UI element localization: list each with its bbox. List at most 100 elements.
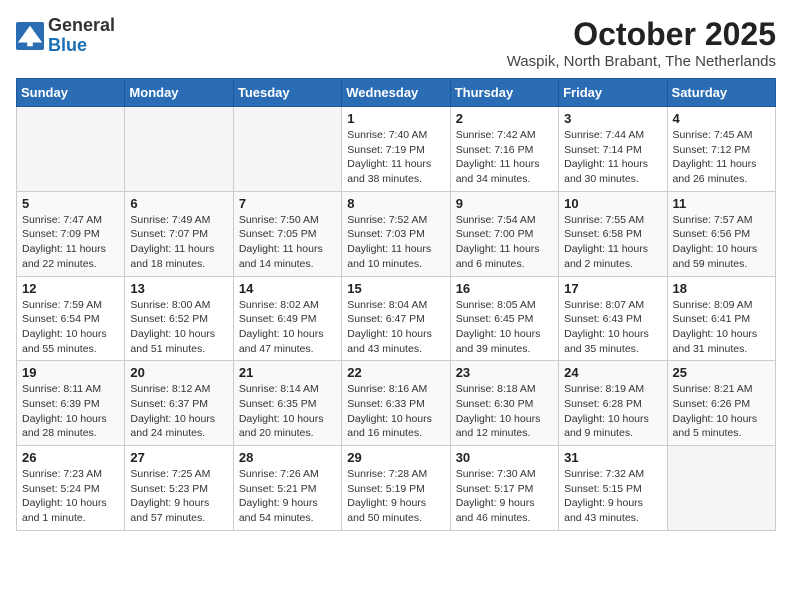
week-row-5: 26 Sunrise: 7:23 AM Sunset: 5:24 PM Dayli… [17,446,776,531]
day-info: Sunrise: 7:23 AM Sunset: 5:24 PM Dayligh… [22,467,119,526]
day-number: 4 [673,111,770,126]
week-row-2: 5Sunrise: 7:47 AM Sunset: 7:09 PM Daylig… [17,191,776,276]
day-info: Sunrise: 8:21 AM Sunset: 6:26 PM Dayligh… [673,382,770,441]
week-row-3: 12 Sunrise: 7:59 AM Sunset: 6:54 PM Dayli… [17,276,776,361]
calendar-cell: 12 Sunrise: 7:59 AM Sunset: 6:54 PM Dayli… [17,276,125,361]
calendar-cell: 18 Sunrise: 8:09 AM Sunset: 6:41 PM Dayli… [667,276,775,361]
day-number: 6 [130,196,227,211]
header: General Blue October 2025 Waspik, North … [16,16,776,70]
day-info: Sunrise: 8:05 AM Sunset: 6:45 PM Dayligh… [456,298,553,357]
calendar-cell: 22 Sunrise: 8:16 AM Sunset: 6:33 PM Dayli… [342,361,450,446]
day-info: Sunrise: 7:45 AM Sunset: 7:12 PM Dayligh… [673,128,770,187]
logo-blue-text: Blue [48,35,87,55]
day-info: Sunrise: 7:42 AM Sunset: 7:16 PM Dayligh… [456,128,553,187]
day-number: 18 [673,281,770,296]
day-number: 2 [456,111,553,126]
day-info: Sunrise: 8:14 AM Sunset: 6:35 PM Dayligh… [239,382,336,441]
day-info: Sunrise: 7:50 AM Sunset: 7:05 PM Dayligh… [239,213,336,272]
day-info: Sunrise: 8:12 AM Sunset: 6:37 PM Dayligh… [130,382,227,441]
calendar-cell: 19 Sunrise: 8:11 AM Sunset: 6:39 PM Dayli… [17,361,125,446]
logo-icon [16,22,44,50]
day-number: 7 [239,196,336,211]
calendar-cell: 7 Sunrise: 7:50 AM Sunset: 7:05 PM Daylig… [233,191,341,276]
title-block: October 2025 Waspik, North Brabant, The … [507,16,776,70]
day-info: Sunrise: 8:07 AM Sunset: 6:43 PM Dayligh… [564,298,661,357]
day-number: 22 [347,365,444,380]
calendar-cell: 31 Sunrise: 7:32 AM Sunset: 5:15 PM Dayli… [559,446,667,531]
weekday-header-sunday: Sunday [17,79,125,107]
day-number: 21 [239,365,336,380]
day-number: 19 [22,365,119,380]
day-number: 14 [239,281,336,296]
day-info: Sunrise: 8:00 AM Sunset: 6:52 PM Dayligh… [130,298,227,357]
weekday-header-row: SundayMondayTuesdayWednesdayThursdayFrid… [17,79,776,107]
day-number: 23 [456,365,553,380]
day-number: 12 [22,281,119,296]
calendar-cell: 10 Sunrise: 7:55 AM Sunset: 6:58 PM Dayli… [559,191,667,276]
day-number: 27 [130,450,227,465]
day-number: 30 [456,450,553,465]
day-number: 20 [130,365,227,380]
day-info: Sunrise: 8:09 AM Sunset: 6:41 PM Dayligh… [673,298,770,357]
logo-general-text: General [48,15,115,35]
calendar-cell: 25 Sunrise: 8:21 AM Sunset: 6:26 PM Dayli… [667,361,775,446]
day-number: 1 [347,111,444,126]
day-info: Sunrise: 7:30 AM Sunset: 5:17 PM Dayligh… [456,467,553,526]
day-number: 10 [564,196,661,211]
calendar-cell: 8Sunrise: 7:52 AM Sunset: 7:03 PM Daylig… [342,191,450,276]
calendar-cell: 20 Sunrise: 8:12 AM Sunset: 6:37 PM Dayli… [125,361,233,446]
calendar-cell: 2 Sunrise: 7:42 AM Sunset: 7:16 PM Daylig… [450,107,558,192]
calendar-cell: 5Sunrise: 7:47 AM Sunset: 7:09 PM Daylig… [17,191,125,276]
day-info: Sunrise: 8:04 AM Sunset: 6:47 PM Dayligh… [347,298,444,357]
day-number: 31 [564,450,661,465]
day-info: Sunrise: 7:44 AM Sunset: 7:14 PM Dayligh… [564,128,661,187]
calendar-cell: 29Sunrise: 7:28 AM Sunset: 5:19 PM Dayli… [342,446,450,531]
day-number: 5 [22,196,119,211]
weekday-header-tuesday: Tuesday [233,79,341,107]
day-info: Sunrise: 7:54 AM Sunset: 7:00 PM Dayligh… [456,213,553,272]
calendar-cell: 24 Sunrise: 8:19 AM Sunset: 6:28 PM Dayli… [559,361,667,446]
calendar-cell: 26 Sunrise: 7:23 AM Sunset: 5:24 PM Dayli… [17,446,125,531]
weekday-header-friday: Friday [559,79,667,107]
day-number: 28 [239,450,336,465]
day-number: 13 [130,281,227,296]
calendar-cell: 27 Sunrise: 7:25 AM Sunset: 5:23 PM Dayli… [125,446,233,531]
day-info: Sunrise: 7:59 AM Sunset: 6:54 PM Dayligh… [22,298,119,357]
day-info: Sunrise: 7:32 AM Sunset: 5:15 PM Dayligh… [564,467,661,526]
weekday-header-saturday: Saturday [667,79,775,107]
day-info: Sunrise: 7:49 AM Sunset: 7:07 PM Dayligh… [130,213,227,272]
calendar-cell: 23 Sunrise: 8:18 AM Sunset: 6:30 PM Dayli… [450,361,558,446]
week-row-4: 19 Sunrise: 8:11 AM Sunset: 6:39 PM Dayli… [17,361,776,446]
day-info: Sunrise: 7:25 AM Sunset: 5:23 PM Dayligh… [130,467,227,526]
day-info: Sunrise: 8:19 AM Sunset: 6:28 PM Dayligh… [564,382,661,441]
day-number: 17 [564,281,661,296]
calendar-cell: 9Sunrise: 7:54 AM Sunset: 7:00 PM Daylig… [450,191,558,276]
calendar-cell: 4 Sunrise: 7:45 AM Sunset: 7:12 PM Daylig… [667,107,775,192]
day-info: Sunrise: 7:28 AM Sunset: 5:19 PM Dayligh… [347,467,444,526]
calendar-cell [17,107,125,192]
day-number: 8 [347,196,444,211]
day-number: 26 [22,450,119,465]
day-number: 11 [673,196,770,211]
day-number: 25 [673,365,770,380]
day-info: Sunrise: 7:55 AM Sunset: 6:58 PM Dayligh… [564,213,661,272]
day-number: 3 [564,111,661,126]
calendar-cell [125,107,233,192]
logo: General Blue [16,16,115,56]
calendar-subtitle: Waspik, North Brabant, The Netherlands [507,53,776,70]
day-info: Sunrise: 8:11 AM Sunset: 6:39 PM Dayligh… [22,382,119,441]
day-info: Sunrise: 8:02 AM Sunset: 6:49 PM Dayligh… [239,298,336,357]
calendar-cell: 16Sunrise: 8:05 AM Sunset: 6:45 PM Dayli… [450,276,558,361]
day-info: Sunrise: 8:18 AM Sunset: 6:30 PM Dayligh… [456,382,553,441]
calendar-title: October 2025 [507,16,776,53]
calendar-cell: 11Sunrise: 7:57 AM Sunset: 6:56 PM Dayli… [667,191,775,276]
day-number: 24 [564,365,661,380]
calendar-cell: 6 Sunrise: 7:49 AM Sunset: 7:07 PM Daylig… [125,191,233,276]
day-info: Sunrise: 8:16 AM Sunset: 6:33 PM Dayligh… [347,382,444,441]
calendar-table: SundayMondayTuesdayWednesdayThursdayFrid… [16,78,776,531]
calendar-cell: 14 Sunrise: 8:02 AM Sunset: 6:49 PM Dayli… [233,276,341,361]
calendar-cell [233,107,341,192]
calendar-cell: 17 Sunrise: 8:07 AM Sunset: 6:43 PM Dayli… [559,276,667,361]
calendar-cell: 30 Sunrise: 7:30 AM Sunset: 5:17 PM Dayli… [450,446,558,531]
calendar-cell: 3 Sunrise: 7:44 AM Sunset: 7:14 PM Daylig… [559,107,667,192]
